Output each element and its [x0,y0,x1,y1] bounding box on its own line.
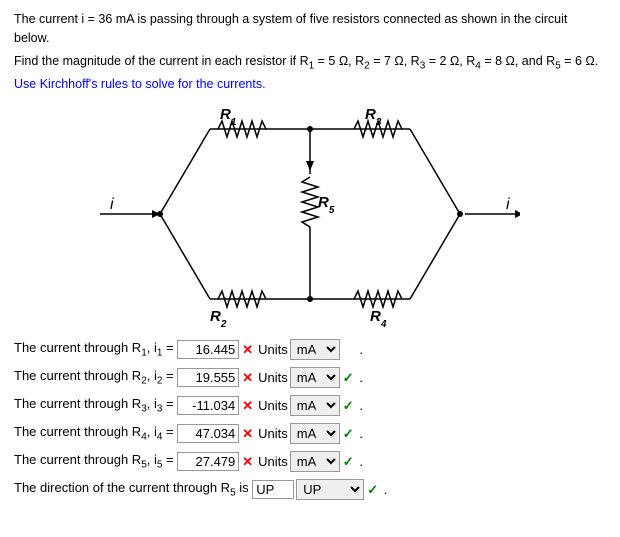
r2-check: ✓ [343,370,354,386]
answer-section: The current through R1, i1 = ✕ Units mAA… [14,339,606,500]
answer-row-r2: The current through R2, i2 = ✕ Units mAA… [14,367,606,388]
svg-text:R2: R2 [210,308,227,329]
r1-units-select[interactable]: mAAμA [290,339,340,360]
kirchhoff-instruction: Use Kirchhoff's rules to solve for the c… [14,77,606,91]
r4-input[interactable] [177,424,239,443]
svg-text:i: i [110,196,114,213]
direction-check: ✓ [367,482,378,498]
R5-resistor: R5 [302,129,335,299]
r3-units-label: Units [258,398,288,413]
r5-units-label: Units [258,454,288,469]
r2-units-select[interactable]: mAAμA [290,367,340,388]
r1-units-label: Units [258,342,288,357]
svg-text:R4: R4 [370,308,387,329]
direction-label: The direction of the current through R5 … [14,480,252,499]
answer-row-direction: The direction of the current through R5 … [14,479,606,500]
answer-row-r3: The current through R3, i3 = ✕ Units mAA… [14,395,606,416]
r4-units-label: Units [258,426,288,441]
r4-error-mark: ✕ [242,426,253,442]
r1-error-mark: ✕ [242,342,253,358]
svg-text:R5: R5 [318,194,335,216]
r1-label: The current through R1, i1 = [14,340,177,359]
r3-label: The current through R3, i3 = [14,396,177,415]
R2-resistor: R2 [210,291,266,329]
answer-row-r1: The current through R1, i1 = ✕ Units mAA… [14,339,606,360]
r5-label: The current through R5, i5 = [14,452,177,471]
r4-dot: . [356,426,363,441]
r2-error-mark: ✕ [242,370,253,386]
direction-dot: . [380,482,387,497]
answer-row-r4: The current through R4, i4 = ✕ Units mAA… [14,423,606,444]
answer-row-r5: The current through R5, i5 = ✕ Units mAA… [14,451,606,472]
r5-dot: . [356,454,363,469]
R1-resistor: R1 [218,106,266,137]
r3-error-mark: ✕ [242,398,253,414]
r3-check: ✓ [343,398,354,414]
svg-text:i: i [506,196,510,213]
circuit-diagram: i i [14,99,606,329]
r3-input[interactable] [177,396,239,415]
problem-line2: Find the magnitude of the current in eac… [14,52,606,74]
R4-resistor: R4 [354,291,402,329]
r2-dot: . [356,370,363,385]
r3-units-select[interactable]: mAAμA [290,395,340,416]
direction-input[interactable] [252,480,294,499]
R3-resistor: R3 [354,106,402,137]
circuit-svg: i i [100,99,520,329]
r5-check: ✓ [343,454,354,470]
r3-dot: . [356,398,363,413]
r4-check: ✓ [343,426,354,442]
r2-units-label: Units [258,370,288,385]
r4-label: The current through R4, i4 = [14,424,177,443]
r4-units-select[interactable]: mAAμA [290,423,340,444]
r2-label: The current through R2, i2 = [14,368,177,387]
direction-select[interactable]: UPDOWN [296,479,364,500]
r1-input[interactable] [177,340,239,359]
problem-line1: The current i = 36 mA is passing through… [14,10,606,48]
r5-units-select[interactable]: mAAμA [290,451,340,472]
r1-dot: . [356,342,363,357]
r2-input[interactable] [177,368,239,387]
r5-input[interactable] [177,452,239,471]
r5-error-mark: ✕ [242,454,253,470]
